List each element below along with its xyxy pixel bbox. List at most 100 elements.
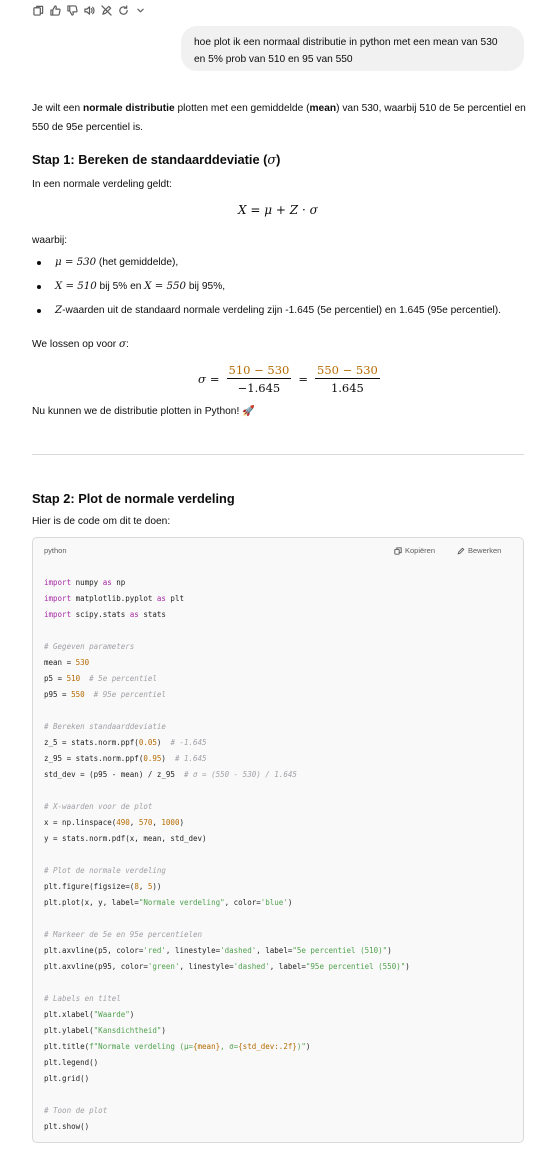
code-block-header: python Kopiëren Bewerken bbox=[33, 538, 523, 564]
code-token: "Normale verdeling" bbox=[138, 898, 225, 907]
code-token: , bbox=[129, 818, 139, 827]
code-line: y = stats.norm.pdf(x, mean, std_dev) bbox=[44, 831, 410, 847]
code-line: plt.figure(figsize=(8, 5)) bbox=[44, 879, 410, 895]
code-token: plt.show() bbox=[44, 1122, 90, 1131]
code-token: 1000 bbox=[161, 818, 180, 827]
copy-icon bbox=[394, 546, 402, 555]
copy-label: Kopiëren bbox=[405, 546, 436, 555]
regenerate-icon[interactable] bbox=[117, 4, 129, 16]
code-token: x = np.linspace( bbox=[44, 818, 117, 827]
code-token: , linestyle= bbox=[179, 962, 234, 971]
code-token: f"Normale verdeling (μ= bbox=[89, 1042, 194, 1051]
code-token: matplotlib.pyplot bbox=[71, 594, 157, 603]
message-actions-toolbar bbox=[32, 3, 146, 17]
code-token: p5 = bbox=[44, 674, 67, 683]
list-item: Z-waarden uit de standaard normale verde… bbox=[32, 304, 501, 328]
code-token: 570 bbox=[138, 818, 153, 827]
code-token: plt.axvline(p95, color= bbox=[44, 962, 148, 971]
code-token: 'red' bbox=[143, 946, 166, 955]
step2-lead: Hier is de code om dit te doen: bbox=[32, 516, 171, 527]
code-token: plt.legend() bbox=[44, 1058, 99, 1067]
code-token: stats bbox=[138, 610, 166, 619]
code-token: # 1.645 bbox=[174, 754, 207, 763]
code-token: 550 bbox=[71, 690, 85, 699]
code-token: )" bbox=[296, 1042, 306, 1051]
code-token: import bbox=[44, 610, 72, 619]
code-token: , bbox=[138, 882, 148, 891]
chevron-down-icon[interactable] bbox=[134, 4, 146, 16]
intro-bold: normale distributie bbox=[82, 103, 175, 114]
code-token: )) bbox=[152, 882, 162, 891]
edit-off-icon[interactable] bbox=[100, 4, 112, 16]
code-line: plt.plot(x, y, label="Normale verdeling"… bbox=[44, 895, 410, 911]
code-token: 0.95 bbox=[143, 754, 162, 763]
code-line: std_dev = (p95 - mean) / z_95 # σ = (550… bbox=[44, 767, 410, 783]
code-token: numpy bbox=[71, 578, 103, 587]
code-token: {std_dev:.2f} bbox=[238, 1042, 297, 1051]
code-token: 510 bbox=[66, 674, 81, 683]
code-line: mean = 530 bbox=[44, 655, 410, 671]
code-line: plt.axvline(p5, color='red', linestyle='… bbox=[44, 943, 410, 959]
code-token: # Plot de normale verdeling bbox=[44, 866, 166, 875]
speaker-icon[interactable] bbox=[83, 4, 95, 16]
code-token: plt.plot(x, y, label= bbox=[44, 898, 139, 907]
code-line: plt.legend() bbox=[44, 1055, 410, 1071]
code-content[interactable]: import numpy as np import matplotlib.pypl… bbox=[44, 575, 410, 1135]
step2-heading: Stap 2: Plot de normale verdeling bbox=[32, 491, 235, 506]
list-item: X = 510 bij 5% en X = 550 bij 95%, bbox=[32, 280, 501, 304]
user-message-text: hoe plot ik een normaal distributie in p… bbox=[194, 37, 498, 65]
code-line: # X-waarden voor de plot bbox=[44, 799, 410, 815]
code-line: # Labels en titel bbox=[44, 991, 410, 1007]
code-token: import bbox=[44, 578, 72, 587]
code-token: # Labels en titel bbox=[44, 994, 121, 1003]
code-line: # Plot de normale verdeling bbox=[44, 863, 410, 879]
code-line: plt.grid() bbox=[44, 1071, 410, 1087]
edit-code-button[interactable]: Bewerken bbox=[457, 546, 501, 555]
list-item: μ = 530 (het gemiddelde), bbox=[32, 256, 501, 280]
code-token: plt bbox=[165, 594, 184, 603]
thumbs-up-icon[interactable] bbox=[49, 4, 61, 16]
formula-display: X = μ + Z · σ bbox=[238, 203, 318, 217]
code-line: x = np.linspace(490, 570, 1000) bbox=[44, 815, 410, 831]
code-token: ) bbox=[305, 1042, 311, 1051]
code-token: # 5e percentiel bbox=[89, 674, 157, 683]
code-line: plt.title(f"Normale verdeling (μ={mean},… bbox=[44, 1039, 410, 1055]
code-line: z_5 = stats.norm.ppf(0.05) # -1.645 bbox=[44, 735, 410, 751]
step1-heading: Stap 1: Bereken de standaarddeviatie (σ) bbox=[32, 152, 281, 168]
code-token: , label= bbox=[256, 946, 293, 955]
code-token: z_95 = stats.norm.ppf( bbox=[44, 754, 144, 763]
code-block: python Kopiëren Bewerken import numpy as… bbox=[32, 537, 524, 1143]
code-line: # Bereken standaarddeviatie bbox=[44, 719, 410, 735]
code-token: scipy.stats bbox=[71, 610, 130, 619]
code-token: plt.figure(figsize=( bbox=[44, 882, 135, 891]
fraction: 510 − 530 −1.645 bbox=[226, 363, 292, 395]
code-token: # Gegeven parameters bbox=[44, 642, 135, 651]
copy-icon[interactable] bbox=[32, 4, 44, 16]
solve-lead: We lossen op voor σ: bbox=[32, 339, 129, 350]
code-token: ) bbox=[161, 1026, 166, 1035]
code-line: # Gegeven parameters bbox=[44, 639, 410, 655]
code-token: as bbox=[156, 594, 166, 603]
thumbs-down-icon[interactable] bbox=[66, 4, 78, 16]
code-token: 'blue' bbox=[260, 898, 288, 907]
code-token: import bbox=[44, 594, 72, 603]
definitions-list: μ = 530 (het gemiddelde), X = 510 bij 5%… bbox=[32, 256, 501, 328]
code-token: # Toon de plot bbox=[44, 1106, 108, 1115]
edit-icon bbox=[457, 547, 465, 555]
code-token: ) bbox=[287, 898, 293, 907]
code-token: , color= bbox=[224, 898, 261, 907]
intro-text: Je wilt een bbox=[32, 103, 83, 114]
code-token: ) bbox=[156, 738, 171, 747]
section-divider bbox=[32, 454, 524, 455]
code-line: import scipy.stats as stats bbox=[44, 607, 410, 623]
code-token: mean = bbox=[44, 658, 76, 667]
code-token: 'dashed' bbox=[233, 962, 270, 971]
copy-code-button[interactable]: Kopiëren bbox=[394, 546, 435, 555]
code-token: p95 = bbox=[44, 690, 72, 699]
